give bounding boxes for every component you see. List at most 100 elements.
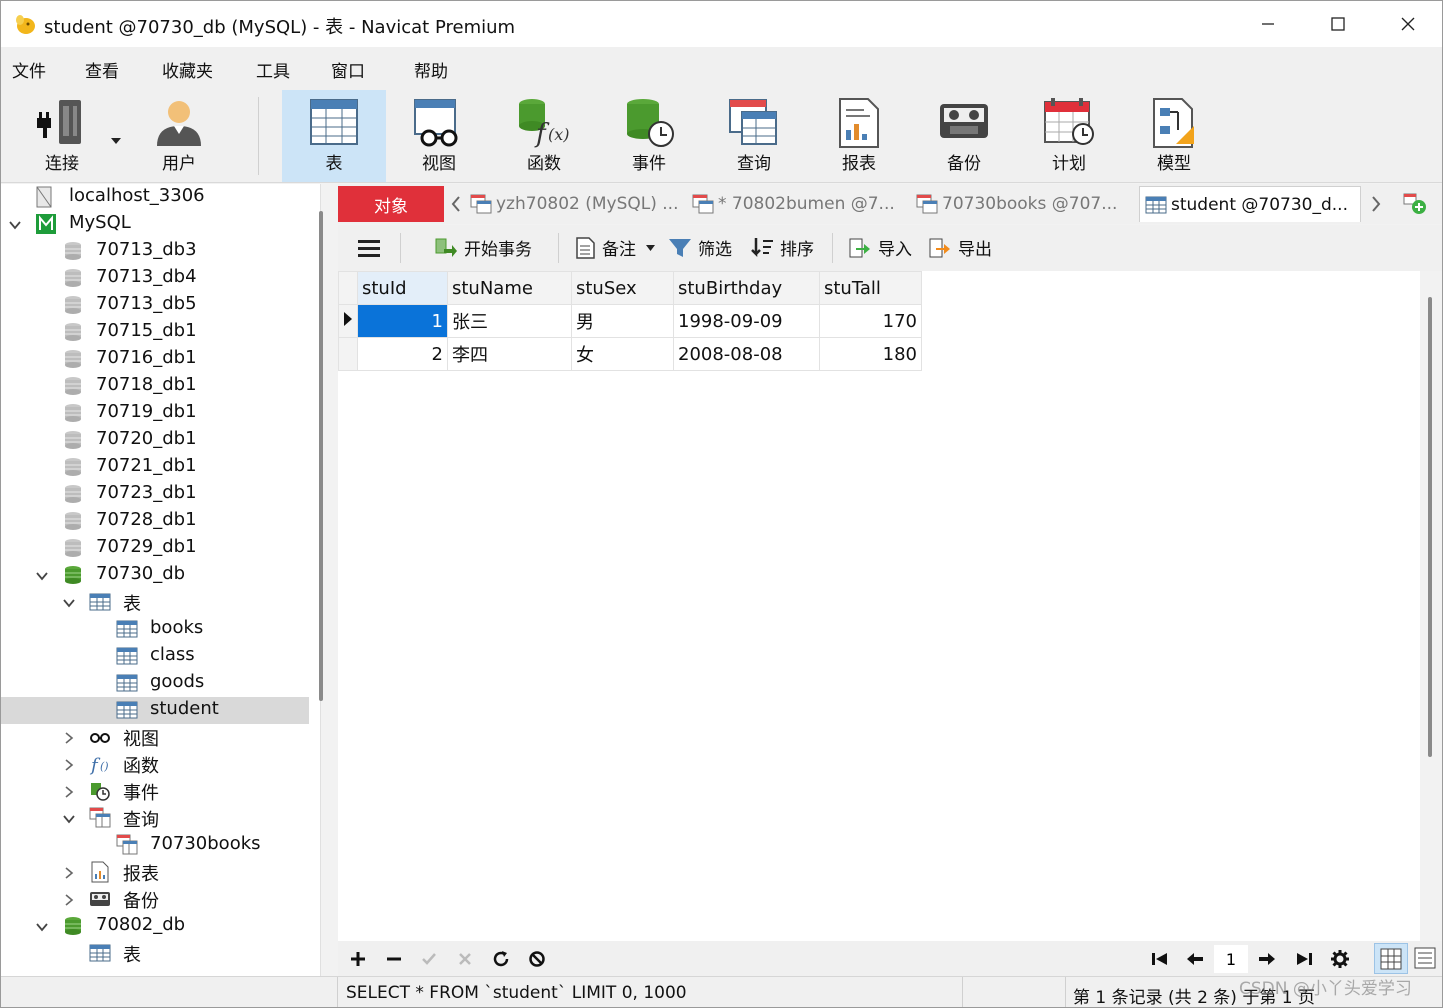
function-button[interactable]: f (x) 函数 xyxy=(492,90,596,182)
cell-stubirthday[interactable]: 2008-08-08 xyxy=(673,337,820,371)
sidebar-item-报表[interactable]: 报表 xyxy=(1,859,309,886)
sidebar-item-class[interactable]: class xyxy=(1,643,309,670)
cell-stuid[interactable]: 1 xyxy=(357,304,448,338)
cell-stusex[interactable]: 男 xyxy=(571,304,674,338)
sidebar-item-books[interactable]: books xyxy=(1,616,309,643)
cell-stuid[interactable]: 2 xyxy=(357,337,448,371)
row-selector-header[interactable] xyxy=(338,271,358,305)
sidebar-item-localhost-3306[interactable]: localhost_3306 xyxy=(1,184,309,211)
view-button[interactable]: 视图 xyxy=(387,90,491,182)
previous-page-button[interactable] xyxy=(1185,949,1205,969)
chevron-right-icon[interactable] xyxy=(62,731,76,745)
dropdown-arrow-icon[interactable] xyxy=(111,138,121,144)
sidebar-item-查询[interactable]: 查询 xyxy=(1,805,309,832)
query-button[interactable]: 查询 xyxy=(702,90,806,182)
tab-70730books[interactable]: 70730books @707... xyxy=(916,186,1134,222)
sidebar-item-70802-db[interactable]: 70802_db xyxy=(1,913,309,940)
menu-view[interactable]: 查看 xyxy=(85,57,119,82)
next-page-button[interactable] xyxy=(1257,949,1277,969)
backup-button[interactable]: 备份 xyxy=(912,90,1016,182)
table-row[interactable]: 2 李四 女 2008-08-08 180 xyxy=(338,337,922,371)
cell-stusex[interactable]: 女 xyxy=(571,337,674,371)
menu-favorites[interactable]: 收藏夹 xyxy=(162,57,213,82)
sidebar-item-mysql[interactable]: MySQL xyxy=(1,211,309,238)
close-button[interactable] xyxy=(1373,1,1442,47)
table-row[interactable]: 1 张三 男 1998-09-09 170 xyxy=(338,304,922,338)
sidebar-scrollbar[interactable] xyxy=(319,211,323,701)
new-tab-icon[interactable] xyxy=(1402,192,1428,216)
cell-stuname[interactable]: 李四 xyxy=(447,337,572,371)
schedule-button[interactable]: 计划 xyxy=(1017,90,1121,182)
table-button[interactable]: 表 xyxy=(282,90,386,182)
add-record-button[interactable] xyxy=(348,949,368,969)
chevron-right-icon[interactable] xyxy=(62,758,76,772)
sidebar-item-70718-db1[interactable]: 70718_db1 xyxy=(1,373,309,400)
import-button[interactable]: 导入 xyxy=(848,235,912,260)
column-header-stuid[interactable]: stuId xyxy=(357,271,448,305)
settings-button[interactable] xyxy=(1330,949,1350,969)
discard-changes-button[interactable] xyxy=(455,949,475,969)
column-header-stuname[interactable]: stuName xyxy=(447,271,572,305)
menu-file[interactable]: 文件 xyxy=(12,57,46,82)
sidebar-item-70713-db3[interactable]: 70713_db3 xyxy=(1,238,309,265)
begin-transaction-button[interactable]: 开始事务 xyxy=(434,235,532,260)
sidebar-item-70730-db[interactable]: 70730_db xyxy=(1,562,309,589)
first-page-button[interactable] xyxy=(1150,949,1170,969)
page-number-input[interactable] xyxy=(1214,945,1248,973)
refresh-button[interactable] xyxy=(491,949,511,969)
filter-button[interactable]: 筛选 xyxy=(668,235,732,260)
cell-stubirthday[interactable]: 1998-09-09 xyxy=(673,304,820,338)
cell-stutall[interactable]: 180 xyxy=(819,337,922,371)
sort-button[interactable]: 排序 xyxy=(750,235,814,260)
chevron-down-icon[interactable] xyxy=(35,569,49,583)
sidebar-item-表[interactable]: 表 xyxy=(1,589,309,616)
sidebar-item-70723-db1[interactable]: 70723_db1 xyxy=(1,481,309,508)
menu-tools[interactable]: 工具 xyxy=(256,57,290,82)
chevron-down-icon[interactable] xyxy=(62,596,76,610)
tab-scroll-left-icon[interactable] xyxy=(450,196,462,212)
export-button[interactable]: 导出 xyxy=(928,235,992,260)
sidebar-item-事件[interactable]: 事件 xyxy=(1,778,309,805)
sidebar-item-70713-db4[interactable]: 70713_db4 xyxy=(1,265,309,292)
memo-button[interactable]: 备注 xyxy=(574,235,661,260)
menu-window[interactable]: 窗口 xyxy=(331,57,365,82)
sidebar-item-备份[interactable]: 备份 xyxy=(1,886,309,913)
cell-stutall[interactable]: 170 xyxy=(819,304,922,338)
delete-record-button[interactable] xyxy=(384,949,404,969)
last-page-button[interactable] xyxy=(1294,949,1314,969)
apply-changes-button[interactable] xyxy=(419,949,439,969)
chevron-down-icon[interactable] xyxy=(35,920,49,934)
maximize-button[interactable] xyxy=(1303,1,1373,47)
row-selector[interactable] xyxy=(338,337,358,371)
cell-stuname[interactable]: 张三 xyxy=(447,304,572,338)
minimize-button[interactable] xyxy=(1233,1,1303,47)
user-button[interactable]: 用户 xyxy=(127,90,231,182)
column-header-stubirthday[interactable]: stuBirthday xyxy=(673,271,820,305)
stop-button[interactable] xyxy=(527,949,547,969)
sidebar-item-70719-db1[interactable]: 70719_db1 xyxy=(1,400,309,427)
grid-scrollbar[interactable] xyxy=(1428,297,1432,757)
tab-yzh70802[interactable]: yzh70802 (MySQL) ... xyxy=(470,186,682,222)
tab-70802bumen[interactable]: * 70802bumen @7... xyxy=(692,186,904,222)
menu-help[interactable]: 帮助 xyxy=(414,57,448,82)
chevron-down-icon[interactable] xyxy=(8,218,22,232)
column-header-stutall[interactable]: stuTall xyxy=(819,271,922,305)
form-view-button[interactable] xyxy=(1411,943,1441,974)
column-header-stusex[interactable]: stuSex xyxy=(571,271,674,305)
sidebar-item-70728-db1[interactable]: 70728_db1 xyxy=(1,508,309,535)
sidebar-item-70716-db1[interactable]: 70716_db1 xyxy=(1,346,309,373)
sidebar-item-70713-db5[interactable]: 70713_db5 xyxy=(1,292,309,319)
chevron-right-icon[interactable] xyxy=(62,866,76,880)
sidebar-item-70729-db1[interactable]: 70729_db1 xyxy=(1,535,309,562)
grid-view-button[interactable] xyxy=(1374,943,1408,974)
chevron-right-icon[interactable] xyxy=(62,785,76,799)
sidebar-item-goods[interactable]: goods xyxy=(1,670,309,697)
sidebar-item-student[interactable]: student xyxy=(1,697,309,724)
sidebar-item-70720-db1[interactable]: 70720_db1 xyxy=(1,427,309,454)
chevron-right-icon[interactable] xyxy=(62,893,76,907)
model-button[interactable]: 模型 xyxy=(1122,90,1226,182)
event-button[interactable]: 事件 xyxy=(597,90,701,182)
report-button[interactable]: 报表 xyxy=(807,90,911,182)
tab-student[interactable]: student @70730_d... xyxy=(1139,186,1361,222)
sidebar-item-70721-db1[interactable]: 70721_db1 xyxy=(1,454,309,481)
